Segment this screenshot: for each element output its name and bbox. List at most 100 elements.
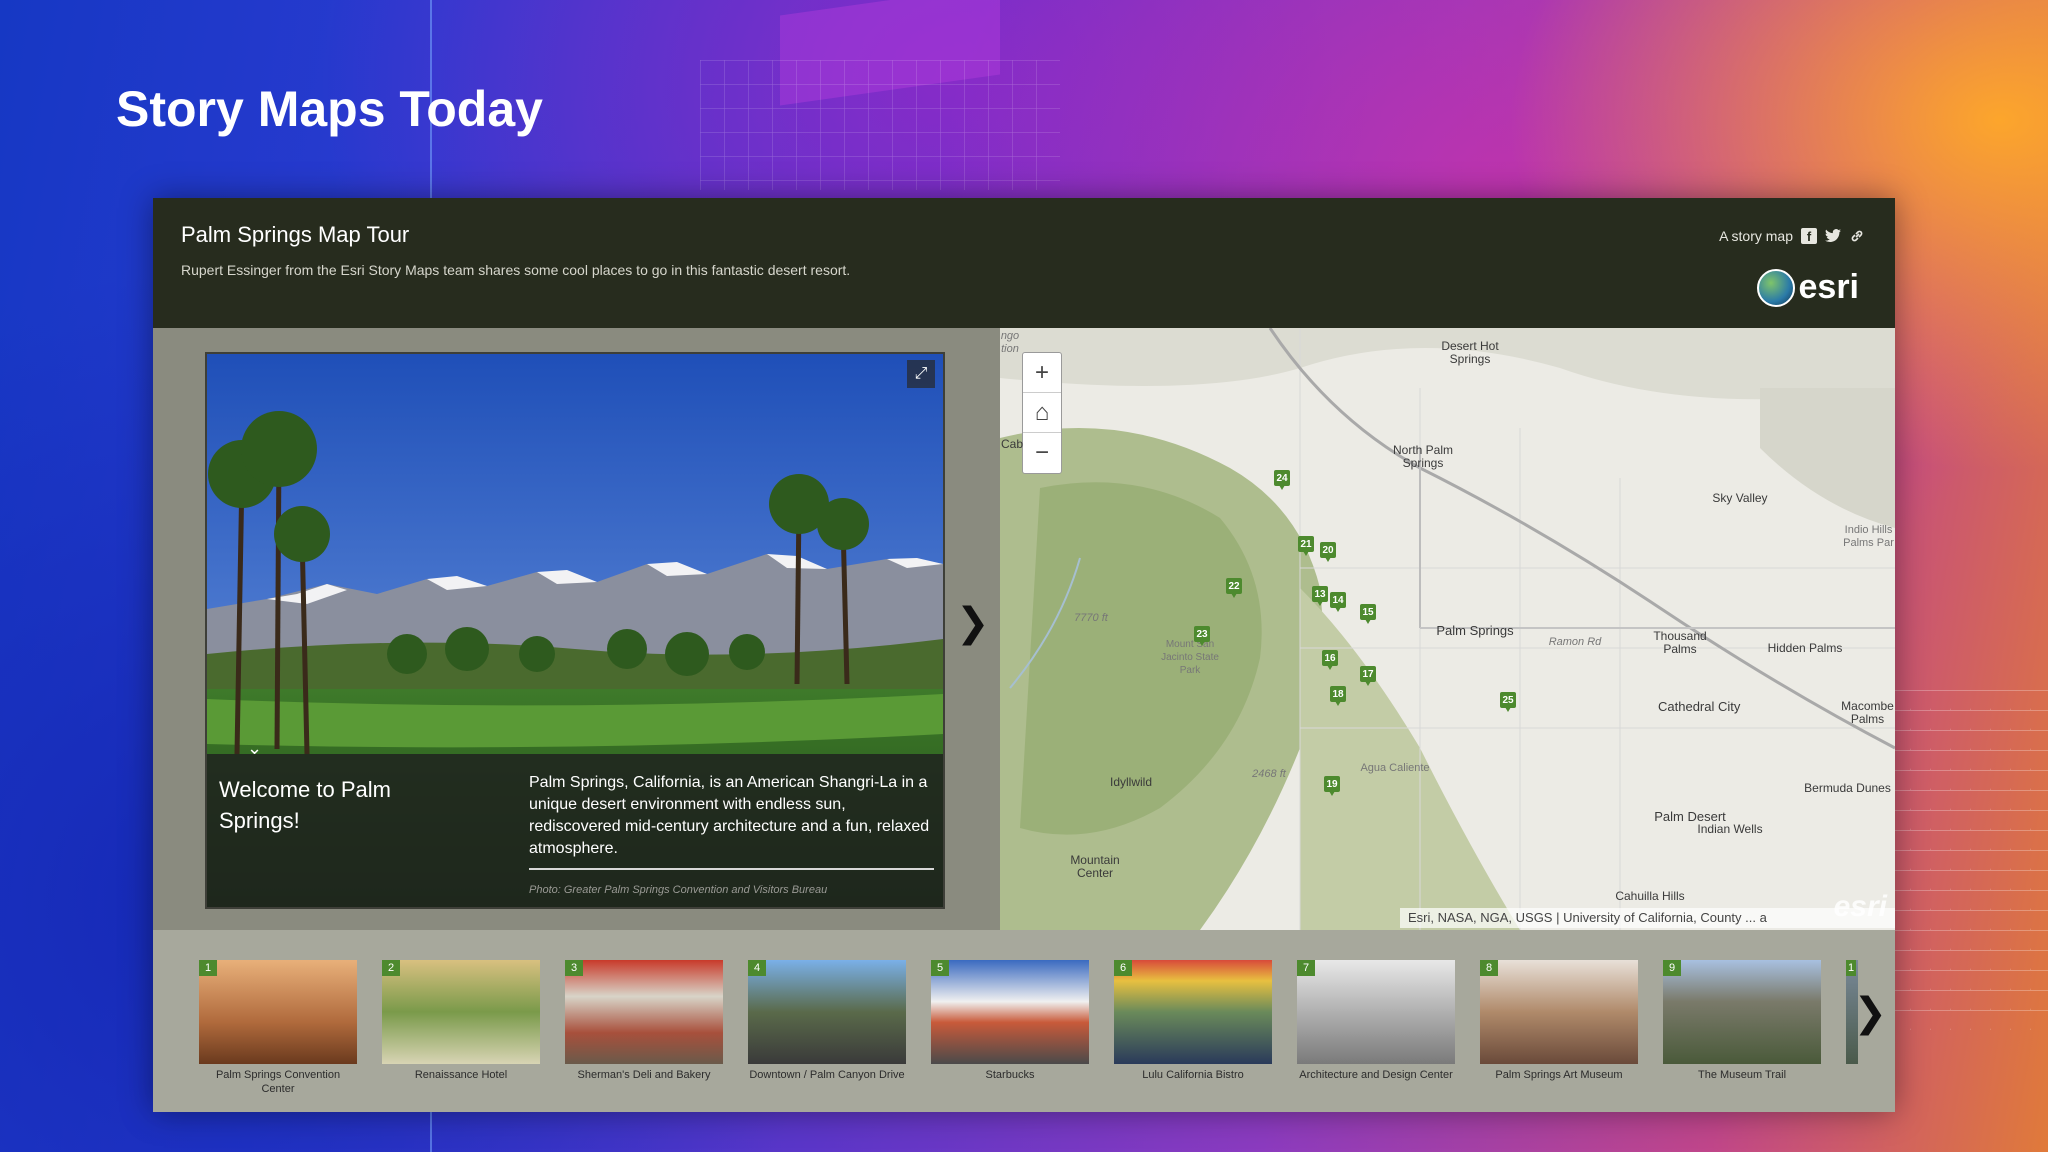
map-label-bermuda-dunes: Bermuda Dunes [1804,781,1891,795]
map-label-hidden-palms: Hidden Palms [1767,641,1843,655]
map-label-ramon-rd: Ramon Rd [1548,636,1602,648]
map-marker[interactable]: 14 [1330,592,1346,612]
thumbnail-image: 1 [199,960,357,1064]
map-label-idyllwild: Idyllwild [1109,775,1152,789]
map-marker[interactable]: 22 [1226,578,1242,598]
background-grid [700,60,1060,190]
map-label-mount-san-jacinto: Mount San Jacinto State Park [1161,639,1219,676]
expand-icon[interactable]: ⤢ [907,360,935,388]
thumbnail-label: Downtown / Palm Canyon Drive [749,1069,905,1081]
map-label-cathedral-city: Cathedral City [1658,699,1741,714]
carousel-item[interactable]: 2 Renaissance Hotel [382,960,542,1082]
thumbnail-label: Renaissance Hotel [414,1069,508,1081]
map-marker[interactable]: 25 [1500,692,1516,712]
carousel-item[interactable]: 8 Palm Springs Art Museum [1480,960,1640,1082]
next-arrow-icon[interactable]: ❯ [956,600,990,646]
photo-frame: ⤢ ⌄ Welcome to Palm Springs! Palm Spring… [205,352,945,909]
chevron-down-icon[interactable]: ⌄ [247,738,262,759]
app-subtitle: Rupert Essinger from the Esri Story Maps… [181,262,851,278]
thumbnail-label: Palm Springs Convention Center [215,1069,341,1095]
map-label-cab: Cab [1000,437,1023,451]
map-marker[interactable]: 18 [1330,686,1346,706]
thumbnail-label: The Museum Trail [1697,1069,1787,1081]
story-map-app: Palm Springs Map Tour Rupert Essinger fr… [153,198,1895,1112]
map-label-elevation-2468: 2468 ft [1252,768,1286,780]
thumbnail-image: 7 [1297,960,1455,1064]
twitter-icon[interactable] [1825,228,1841,244]
caption-title: Welcome to Palm Springs! [219,777,391,833]
thumbnail-number: 1 [199,960,217,976]
map-label-macombe-palms: Macombe Palms [1841,699,1894,726]
thumbnail-number: 1 [1846,960,1856,976]
map-label-sky-valley: Sky Valley [1712,491,1768,505]
map-marker[interactable]: 17 [1360,666,1376,686]
thumbnail-image: 8 [1480,960,1638,1064]
map-marker[interactable]: 13 [1312,586,1328,606]
map-marker[interactable]: 16 [1322,650,1338,670]
carousel-item[interactable]: 4 Downtown / Palm Canyon Drive [748,960,908,1082]
zoom-in-button[interactable]: + [1023,353,1061,393]
esri-logo-text: esri [1798,268,1860,306]
map-label-mountain-center: Mountain Center [1070,853,1120,880]
map-panel[interactable]: + ⌂ − ngo tion Cab Desert Hot Springs No… [1000,328,1895,930]
facebook-icon[interactable]: f [1801,228,1817,244]
map-label-ingo: ngo tion [1000,330,1020,355]
thumbnail-label: Palm Springs Art Museum [1495,1069,1623,1081]
map-label-desert-hot-springs: Desert Hot Springs [1441,339,1499,366]
carousel-item[interactable]: 3 Sherman's Deli and Bakery [565,960,725,1082]
thumbnail-number: 7 [1297,960,1315,976]
thumbnail-image: 9 [1663,960,1821,1064]
globe-icon [1756,268,1795,307]
home-button[interactable]: ⌂ [1023,393,1061,433]
map-label-indian-wells: Indian Wells [1697,822,1763,836]
caption-divider [529,868,934,870]
carousel-item[interactable]: 6 Lulu California Bistro [1114,960,1274,1082]
thumbnail-label: Lulu California Bistro [1142,1069,1244,1081]
thumbnail-image: 5 [931,960,1089,1064]
map-label-cahuilla-hills: Cahuilla Hills [1615,889,1685,903]
thumbnail-number: 2 [382,960,400,976]
background-network [1890,690,2048,1030]
carousel-item[interactable]: 1 Palm Springs Convention Center [199,960,359,1096]
thumbnail-label: Starbucks [985,1069,1035,1081]
thumbnail-label: Sherman's Deli and Bakery [577,1069,711,1081]
thumbnail-image: 4 [748,960,906,1064]
map-attribution: Esri, NASA, NGA, USGS | University of Ca… [1400,908,1895,928]
thumbnail-number: 9 [1663,960,1681,976]
thumbnail-number: 3 [565,960,583,976]
zoom-out-button[interactable]: − [1023,433,1061,473]
carousel-next-icon[interactable]: ❯ [1853,990,1887,1036]
thumbnail-number: 5 [931,960,949,976]
zoom-control: + ⌂ − [1022,352,1062,474]
thumbnail-number: 4 [748,960,766,976]
app-title: Palm Springs Map Tour [181,222,410,247]
map-marker[interactable]: 23 [1194,626,1210,646]
map-marker[interactable]: 20 [1320,542,1336,562]
link-icon[interactable] [1849,228,1865,244]
map-label-agua-caliente: Agua Caliente [1360,762,1430,774]
map-label-elevation-7770: 7770 ft [1074,612,1108,624]
esri-logo[interactable]: esri [1756,268,1860,307]
app-header: Palm Springs Map Tour Rupert Essinger fr… [153,198,1895,328]
media-panel: ⤢ ⌄ Welcome to Palm Springs! Palm Spring… [153,328,1000,930]
map-marker[interactable]: 15 [1360,604,1376,624]
thumbnail-image: 3 [565,960,723,1064]
share-label: A story map [1719,228,1793,244]
thumbnail-number: 6 [1114,960,1132,976]
map-marker[interactable]: 21 [1298,536,1314,556]
caption-text: Palm Springs, California, is an American… [529,774,930,857]
carousel: 1 Palm Springs Convention Center 2 Renai… [153,930,1895,1112]
carousel-item[interactable]: 7 Architecture and Design Center [1297,960,1457,1082]
carousel-item[interactable]: 9 The Museum Trail [1663,960,1823,1082]
thumbnail-number: 8 [1480,960,1498,976]
thumbnail-image: 2 [382,960,540,1064]
photo-credit: Photo: Greater Palm Springs Convention a… [529,884,828,896]
map-label-north-palm-springs: North Palm Springs [1392,443,1454,470]
map-marker[interactable]: 24 [1274,470,1290,490]
carousel-item[interactable]: 5 Starbucks [931,960,1091,1082]
caption-panel: ⌄ Welcome to Palm Springs! Palm Springs,… [207,738,943,907]
thumbnail-label: Architecture and Design Center [1299,1069,1453,1081]
thumbnail-image: 6 [1114,960,1272,1064]
map-marker[interactable]: 19 [1324,776,1340,796]
map-label-palm-springs: Palm Springs [1436,623,1514,638]
